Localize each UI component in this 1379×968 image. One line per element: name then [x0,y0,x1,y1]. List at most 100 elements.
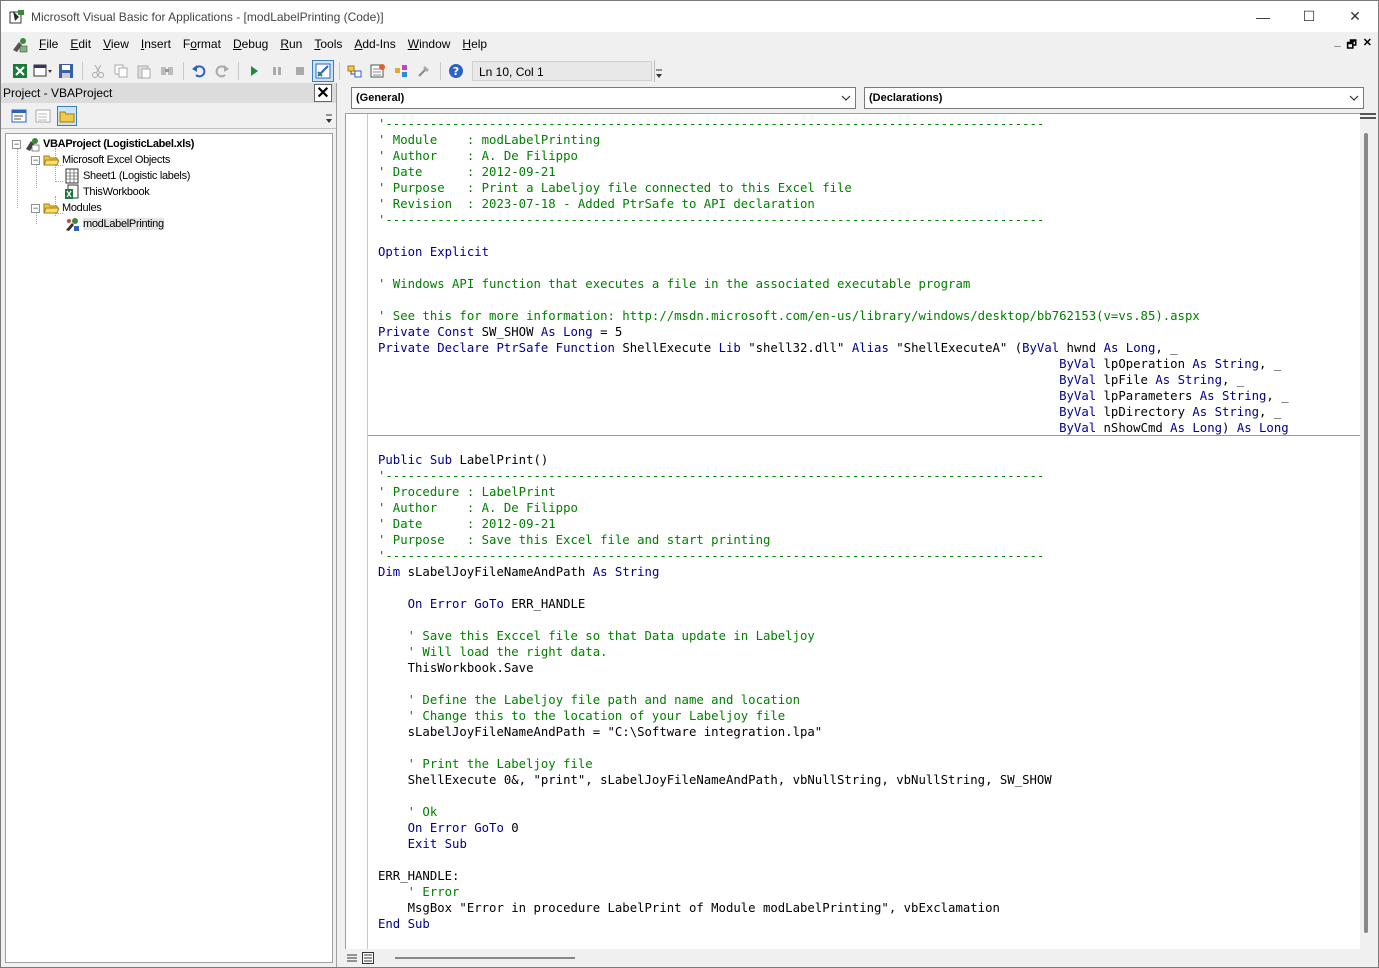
view-code-icon[interactable] [9,106,29,126]
code-line[interactable]: Option Explicit [378,244,1289,260]
code-line[interactable]: Dim sLabelJoyFileNameAndPath As String [378,564,1289,580]
code-line[interactable]: ByVal lpFile As String, _ [378,372,1289,388]
code-line[interactable] [378,740,1289,756]
view-object-icon[interactable] [33,106,53,126]
code-line[interactable]: End Sub [378,916,1289,932]
code-line[interactable]: ByVal lpOperation As String, _ [378,356,1289,372]
horizontal-scroll-thumb[interactable] [395,957,575,959]
code-line[interactable]: ' Module : modLabelPrinting [378,132,1289,148]
toolbar-options-icon[interactable] [654,59,662,82]
menu-file[interactable]: File [33,32,64,57]
minimize-button[interactable]: — [1240,1,1286,32]
code-line[interactable]: ' Print the Labeljoy file [378,756,1289,772]
menu-debug[interactable]: Debug [227,32,274,57]
code-line[interactable]: On Error GoTo ERR_HANDLE [378,596,1289,612]
code-line[interactable]: '---------------------------------------… [378,212,1289,228]
help-icon[interactable]: ? [445,60,467,82]
code-line[interactable]: ' Date : 2012-09-21 [378,516,1289,532]
menu-view[interactable]: View [97,32,135,57]
mdi-close-button[interactable]: ✕ [1363,36,1372,55]
code-text[interactable]: '---------------------------------------… [378,116,1289,932]
procedure-dropdown[interactable]: (Declarations) [864,87,1364,109]
toggle-folders-icon[interactable] [57,105,77,126]
tree-node-vbaproject[interactable]: − VBAProject (LogisticLabel.xls) [12,136,194,152]
procedure-view-icon[interactable] [345,951,359,965]
toolbox-icon[interactable] [413,60,435,82]
code-line[interactable]: Private Declare PtrSafe Function ShellEx… [378,340,1289,356]
save-icon[interactable] [55,60,77,82]
code-line[interactable]: ERR_HANDLE: [378,868,1289,884]
code-line[interactable]: ' Define the Labeljoy file path and name… [378,692,1289,708]
menu-window[interactable]: Window [402,32,457,57]
code-line[interactable]: ' Date : 2012-09-21 [378,164,1289,180]
code-line[interactable]: ' Purpose : Save this Excel file and sta… [378,532,1289,548]
undo-icon[interactable] [188,60,210,82]
find-icon[interactable] [156,60,178,82]
menu-add-ins[interactable]: Add-Ins [348,32,401,57]
mdi-restore-button[interactable]: 🗗 [1346,36,1356,55]
menu-insert[interactable]: Insert [135,32,177,57]
code-line[interactable]: ' Procedure : LabelPrint [378,484,1289,500]
collapse-icon[interactable]: − [12,139,21,149]
paste-icon[interactable] [133,60,155,82]
cut-icon[interactable] [87,60,109,82]
code-line[interactable]: ' Revision : 2023-07-18 - Added PtrSafe … [378,196,1289,212]
reset-icon[interactable] [289,60,311,82]
project-explorer-close-button[interactable]: ✕ [314,84,332,102]
copy-icon[interactable] [110,60,132,82]
code-line[interactable]: '---------------------------------------… [378,468,1289,484]
code-line[interactable]: ' Will load the right data. [378,644,1289,660]
horizontal-scrollbar[interactable] [343,949,1378,967]
vertical-scrollbar[interactable] [1360,113,1376,949]
vertical-scroll-thumb[interactable] [1364,133,1368,933]
code-line[interactable] [378,612,1289,628]
code-line[interactable]: ByVal lpParameters As String, _ [378,388,1289,404]
tree-node-excel-objects[interactable]: − Microsoft Excel Objects [31,152,170,168]
run-icon[interactable] [243,60,265,82]
code-line[interactable]: '---------------------------------------… [378,548,1289,564]
view-excel-icon[interactable] [9,60,31,82]
code-line[interactable]: ' Ok [378,804,1289,820]
project-explorer-icon[interactable] [344,60,366,82]
properties-window-icon[interactable] [367,60,389,82]
code-line[interactable]: ByVal lpDirectory As String, _ [378,404,1289,420]
code-line[interactable]: ' Change this to the location of your La… [378,708,1289,724]
code-line[interactable]: '---------------------------------------… [378,116,1289,132]
tree-node-sheet1[interactable]: Sheet1 (Logistic labels) [64,168,190,184]
code-line[interactable] [378,580,1289,596]
redo-icon[interactable] [211,60,233,82]
insert-userform-icon[interactable] [32,60,54,82]
design-mode-icon[interactable] [312,59,334,82]
maximize-button[interactable]: ☐ [1286,1,1332,32]
code-line[interactable] [378,436,1289,452]
code-line[interactable] [378,852,1289,868]
menu-tools[interactable]: Tools [308,32,348,57]
code-line[interactable]: Public Sub LabelPrint() [378,452,1289,468]
code-line[interactable] [378,788,1289,804]
code-line[interactable]: sLabelJoyFileNameAndPath = "C:\Software … [378,724,1289,740]
code-line[interactable]: MsgBox "Error in procedure LabelPrint of… [378,900,1289,916]
pane-toolbar-options-icon[interactable] [324,105,334,127]
code-line[interactable]: On Error GoTo 0 [378,820,1289,836]
object-browser-icon[interactable] [390,60,412,82]
object-dropdown[interactable]: (General) [351,87,856,109]
tree-node-modlabelprinting[interactable]: modLabelPrinting [64,216,164,232]
code-line[interactable]: ' Error [378,884,1289,900]
code-line[interactable] [378,260,1289,276]
code-line[interactable]: Exit Sub [378,836,1289,852]
code-line[interactable]: Private Const SW_SHOW As Long = 5 [378,324,1289,340]
code-line[interactable]: ' See this for more information: http://… [378,308,1289,324]
tree-node-modules[interactable]: − Modules [31,200,102,216]
collapse-icon[interactable]: − [31,203,40,213]
code-editor[interactable]: '---------------------------------------… [345,113,1362,949]
menu-help[interactable]: Help [456,32,493,57]
vba-menu-icon[interactable] [11,36,29,54]
split-bar-icon[interactable] [1360,113,1376,119]
code-line[interactable]: ShellExecute 0&, "print", sLabelJoyFileN… [378,772,1289,788]
code-line[interactable]: ' Author : A. De Filippo [378,148,1289,164]
code-line[interactable]: ByVal nShowCmd As Long) As Long [378,420,1289,436]
code-line[interactable]: ' Purpose : Print a Labeljoy file connec… [378,180,1289,196]
code-line[interactable] [378,292,1289,308]
tree-node-thisworkbook[interactable]: ThisWorkbook [64,184,150,200]
break-icon[interactable] [266,60,288,82]
